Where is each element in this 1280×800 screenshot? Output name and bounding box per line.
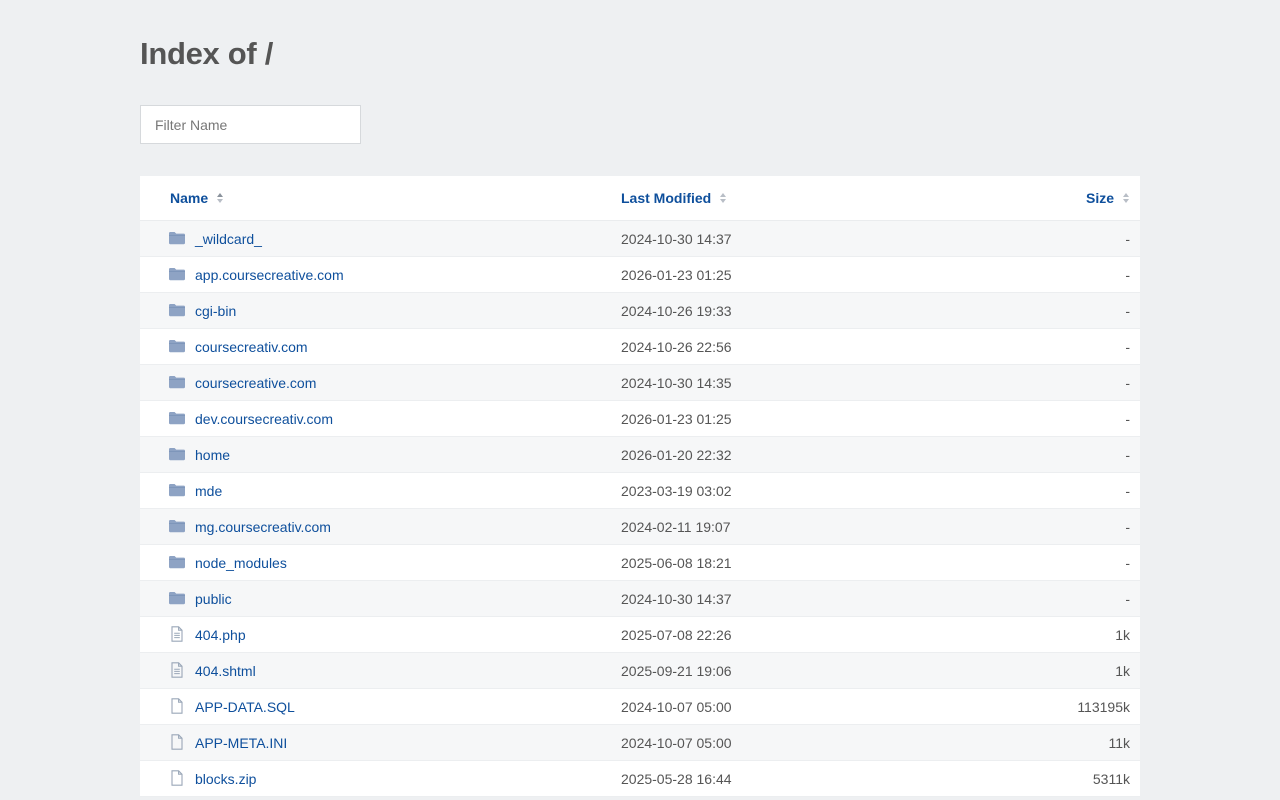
size-cell: -: [1125, 483, 1130, 499]
size-column-header[interactable]: Size: [1086, 176, 1130, 220]
table-row: blocks.zip 2025-05-28 16:44 5311k: [140, 761, 1140, 797]
table-row: mde 2023-03-19 03:02 -: [140, 473, 1140, 509]
table-row: APP-DATA.SQL 2024-10-07 05:00 113195k: [140, 689, 1140, 725]
file-name-link[interactable]: mg.coursecreativ.com: [195, 509, 331, 545]
file-name-link[interactable]: coursecreative.com: [195, 365, 316, 401]
folder-icon: [169, 232, 185, 245]
sort-icon: [217, 193, 224, 204]
folder-icon: [169, 412, 185, 425]
folder-icon: [169, 484, 185, 497]
last-modified-cell: 2026-01-23 01:25: [621, 267, 732, 283]
size-cell: -: [1125, 555, 1130, 571]
folder-icon: [169, 340, 185, 353]
folder-icon: [169, 592, 185, 605]
size-cell: -: [1125, 339, 1130, 355]
name-header-label: Name: [170, 190, 209, 206]
file-name-link[interactable]: home: [195, 437, 230, 473]
file-name-link[interactable]: 404.shtml: [195, 653, 256, 689]
size-cell: 1k: [1115, 663, 1130, 679]
table-row: public 2024-10-30 14:37 -: [140, 581, 1140, 617]
table-row: mg.coursecreativ.com 2024-02-11 19:07 -: [140, 509, 1140, 545]
text-file-icon: [171, 662, 183, 678]
file-name-link[interactable]: coursecreativ.com: [195, 329, 308, 365]
file-name-link[interactable]: dev.coursecreativ.com: [195, 401, 333, 437]
last-modified-cell: 2024-10-07 05:00: [621, 735, 732, 751]
last-modified-cell: 2024-10-30 14:37: [621, 591, 732, 607]
last-modified-cell: 2024-10-07 05:00: [621, 699, 732, 715]
file-name-link[interactable]: app.coursecreative.com: [195, 257, 344, 293]
size-cell: 1k: [1115, 627, 1130, 643]
folder-icon: [169, 520, 185, 533]
file-name-link[interactable]: blocks.zip: [195, 761, 256, 797]
sort-icon: [1123, 193, 1129, 204]
table-row: 404.php 2025-07-08 22:26 1k: [140, 617, 1140, 653]
last-modified-cell: 2024-10-30 14:35: [621, 375, 732, 391]
table-row: app.coursecreative.com 2026-01-23 01:25 -: [140, 257, 1140, 293]
file-name-link[interactable]: mde: [195, 473, 222, 509]
folder-icon: [169, 556, 185, 569]
last-modified-cell: 2024-10-30 14:37: [621, 231, 732, 247]
file-name-link[interactable]: _wildcard_: [195, 221, 262, 257]
size-cell: -: [1125, 591, 1130, 607]
last-modified-cell: 2025-07-08 22:26: [621, 627, 732, 643]
last-modified-cell: 2025-06-08 18:21: [621, 555, 732, 571]
file-name-link[interactable]: 404.php: [195, 617, 246, 653]
table-row: APP-META.INI 2024-10-07 05:00 11k: [140, 725, 1140, 761]
last-modified-column-header[interactable]: Last Modified: [621, 176, 727, 220]
last-modified-cell: 2023-03-19 03:02: [621, 483, 732, 499]
size-cell: -: [1125, 411, 1130, 427]
table-body: _wildcard_ 2024-10-30 14:37- app.coursecre…: [140, 221, 1140, 797]
size-cell: 113195k: [1077, 699, 1130, 715]
folder-icon: [169, 376, 185, 389]
folder-icon: [169, 268, 185, 281]
text-file-icon: [171, 626, 183, 642]
table-row: coursecreativ.com 2024-10-26 22:56 -: [140, 329, 1140, 365]
file-icon: [171, 770, 183, 786]
file-name-link[interactable]: cgi-bin: [195, 293, 236, 329]
last-modified-cell: 2025-09-21 19:06: [621, 663, 732, 679]
file-icon: [171, 698, 183, 714]
file-name-link[interactable]: APP-META.INI: [195, 725, 287, 761]
file-name-link[interactable]: node_modules: [195, 545, 287, 581]
size-cell: -: [1125, 519, 1130, 535]
size-cell: -: [1125, 267, 1130, 283]
last-modified-cell: 2024-10-26 22:56: [621, 339, 732, 355]
size-cell: -: [1125, 375, 1130, 391]
table-row: home 2026-01-20 22:32 -: [140, 437, 1140, 473]
table-row: node_modules 2025-06-08 18:21 -: [140, 545, 1140, 581]
folder-icon: [169, 304, 185, 317]
file-name-link[interactable]: public: [195, 581, 232, 617]
table-row: coursecreative.com 2024-10-30 14:35 -: [140, 365, 1140, 401]
last-modified-header-label: Last Modified: [621, 190, 712, 206]
page-title: Index of /: [140, 36, 274, 71]
last-modified-cell: 2024-02-11 19:07: [621, 519, 731, 535]
last-modified-cell: 2026-01-20 22:32: [621, 447, 732, 463]
table-row: 404.shtml 2025-09-21 19:06 1k: [140, 653, 1140, 689]
last-modified-cell: 2026-01-23 01:25: [621, 411, 732, 427]
last-modified-cell: 2024-10-26 19:33: [621, 303, 732, 319]
size-cell: -: [1125, 303, 1130, 319]
size-cell: 11k: [1108, 735, 1130, 751]
size-cell: -: [1125, 231, 1130, 247]
folder-icon: [169, 448, 185, 461]
file-icon: [171, 734, 183, 750]
table-row: cgi-bin 2024-10-26 19:33 -: [140, 293, 1140, 329]
table-header: Name Last Modified Size: [140, 176, 1140, 221]
file-name-link[interactable]: APP-DATA.SQL: [195, 689, 295, 725]
last-modified-cell: 2025-05-28 16:44: [621, 771, 732, 787]
table-row: _wildcard_ 2024-10-30 14:37 -: [140, 221, 1140, 257]
size-cell: 5311k: [1092, 771, 1130, 787]
file-listing-table: Name Last Modified Size _wildcard_ 2024-1…: [140, 176, 1140, 797]
filter-name-input[interactable]: [140, 105, 361, 144]
name-column-header[interactable]: Name: [170, 176, 224, 220]
table-row: dev.coursecreativ.com 2026-01-23 01:25 -: [140, 401, 1140, 437]
size-header-label: Size: [1085, 190, 1114, 206]
size-cell: -: [1125, 447, 1130, 463]
sort-icon: [720, 193, 727, 204]
